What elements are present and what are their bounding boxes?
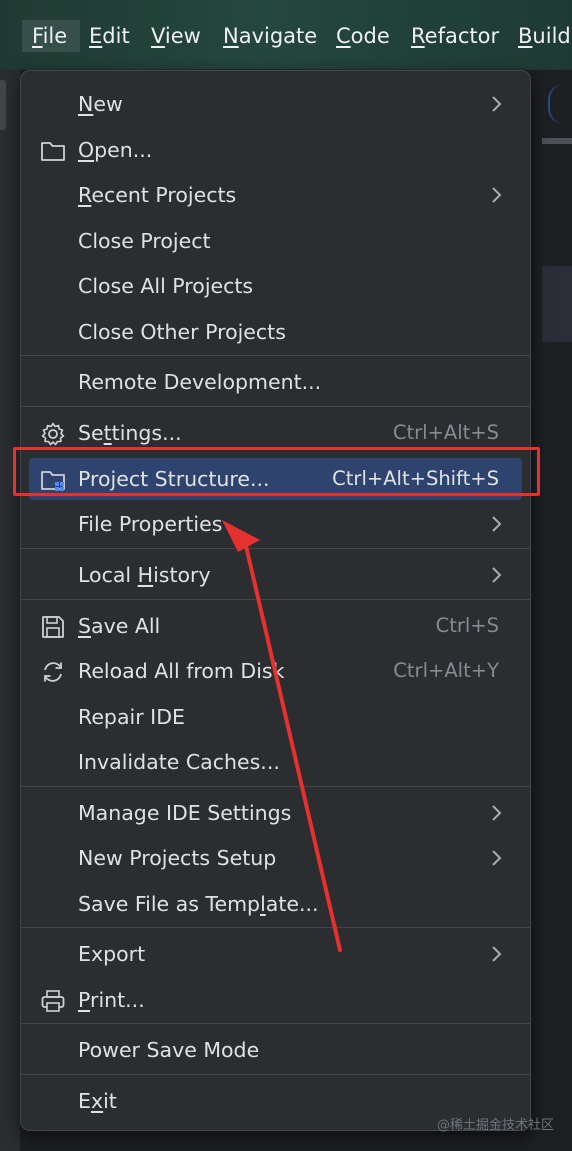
menu-item-repair-ide[interactable]: Repair IDE <box>21 695 530 739</box>
chevron-right-icon <box>490 185 504 205</box>
menu-separator <box>21 406 530 407</box>
menu-build[interactable]: Build <box>518 20 571 52</box>
chevron-right-icon <box>490 565 504 585</box>
printer-icon <box>40 988 66 1014</box>
menu-item-local-history[interactable]: Local History <box>21 553 530 597</box>
menu-code[interactable]: Code <box>336 20 390 52</box>
menu-item-save-file-as-template[interactable]: Save File as Template... <box>21 882 530 926</box>
menu-separator <box>21 599 530 600</box>
menu-item-invalidate-caches[interactable]: Invalidate Caches... <box>21 740 530 784</box>
menu-separator <box>21 1023 530 1024</box>
main-menu-bar: File Edit View Navigate Code Refactor Bu… <box>0 0 572 70</box>
save-icon <box>40 614 66 640</box>
menu-item-open[interactable]: Open... <box>21 128 530 172</box>
menu-item-export[interactable]: Export <box>21 932 530 976</box>
shortcut-label: Ctrl+Alt+Shift+S <box>332 467 499 490</box>
chevron-right-icon <box>490 848 504 868</box>
menu-item-new[interactable]: New <box>21 82 530 126</box>
reload-icon <box>40 659 66 685</box>
menu-navigate[interactable]: Navigate <box>223 20 317 52</box>
menu-separator <box>21 1074 530 1075</box>
menu-item-close-other-projects[interactable]: Close Other Projects <box>21 310 530 354</box>
shortcut-label: Ctrl+S <box>435 614 499 637</box>
menu-edit[interactable]: Edit <box>89 20 130 52</box>
left-tool-tab[interactable] <box>0 80 6 130</box>
gear-icon <box>40 421 66 447</box>
chevron-right-icon <box>490 803 504 823</box>
menu-item-power-save-mode[interactable]: Power Save Mode <box>21 1028 530 1072</box>
menu-item-new-projects-setup[interactable]: New Projects Setup <box>21 836 530 880</box>
menu-item-save-all[interactable]: Save All Ctrl+S <box>21 604 530 648</box>
menu-separator <box>21 786 530 787</box>
chevron-right-icon <box>490 94 504 114</box>
menu-separator <box>21 927 530 928</box>
menu-item-remote-development[interactable]: Remote Development... <box>21 360 530 404</box>
menu-separator <box>21 355 530 356</box>
menu-item-file-properties[interactable]: File Properties <box>21 502 530 546</box>
editor-background <box>530 70 572 1151</box>
menu-item-recent-projects[interactable]: Recent Projects <box>21 173 530 217</box>
menu-item-close-all-projects[interactable]: Close All Projects <box>21 264 530 308</box>
menu-view[interactable]: View <box>151 20 201 52</box>
menu-file[interactable]: File <box>22 20 80 52</box>
editor-tab-edge[interactable] <box>548 84 572 124</box>
shortcut-label: Ctrl+Alt+Y <box>393 659 499 682</box>
menu-item-print[interactable]: Print... <box>21 978 530 1022</box>
watermark: @稀土掘金技术社区 <box>436 1118 554 1133</box>
editor-scrollbar[interactable] <box>542 138 572 144</box>
folder-icon <box>40 138 66 164</box>
menu-item-close-project[interactable]: Close Project <box>21 219 530 263</box>
chevron-right-icon <box>490 944 504 964</box>
file-menu-popup: New Open... Recent Projects Close Projec… <box>20 70 531 1131</box>
project-structure-icon <box>40 467 66 493</box>
chevron-right-icon <box>490 514 504 534</box>
editor-highlight-block <box>542 266 572 342</box>
left-tool-strip <box>0 70 20 1151</box>
menu-item-manage-ide-settings[interactable]: Manage IDE Settings <box>21 791 530 835</box>
menu-item-reload-all-from-disk[interactable]: Reload All from Disk Ctrl+Alt+Y <box>21 649 530 693</box>
menu-separator <box>21 548 530 549</box>
menu-refactor[interactable]: Refactor <box>411 20 499 52</box>
